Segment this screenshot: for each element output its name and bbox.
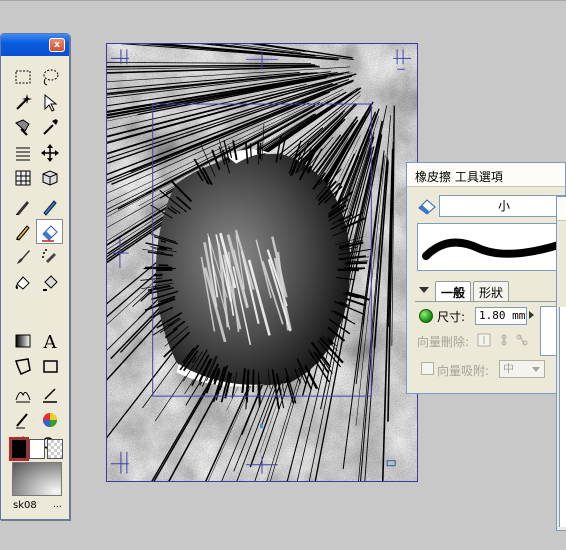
brush-name: sk08 [13, 500, 37, 511]
vector-erase-option-2-icon[interactable] [497, 333, 511, 350]
tab-shape[interactable]: 形狀 [473, 281, 510, 301]
move-icon[interactable] [36, 140, 63, 165]
vector-erase-option-3-icon[interactable] [515, 333, 529, 350]
brush-preview[interactable] [12, 462, 62, 496]
tool-group-shape: A [9, 328, 63, 378]
tool-group-draw [9, 194, 63, 294]
size-value-field[interactable]: 1.80 mm [475, 307, 527, 325]
grid-icon[interactable] [9, 165, 36, 190]
tool-group-select [9, 64, 63, 139]
fill-icon[interactable] [9, 269, 36, 294]
canvas[interactable] [106, 43, 418, 482]
impact-spike [249, 143, 252, 158]
impact-spike [259, 142, 262, 159]
transparent-color-swatch[interactable] [47, 439, 63, 459]
vector-snap-select[interactable]: 中 [499, 360, 545, 378]
vector-erase-label: 向量刪除: [417, 335, 470, 349]
horizontal-lines-icon[interactable] [9, 140, 36, 165]
impact-spike [154, 273, 163, 277]
close-button[interactable]: x [49, 38, 65, 52]
vector-snap-label: 向量吸附: [437, 364, 490, 378]
vector-erase-option-1-icon[interactable] [477, 333, 491, 350]
magic-wand-icon[interactable] [9, 89, 36, 114]
text-icon[interactable]: A [36, 328, 63, 353]
eraser-small-icon [417, 197, 439, 215]
impact-spike [258, 381, 261, 404]
rectangle-icon[interactable] [36, 353, 63, 378]
eraser-icon[interactable] [36, 219, 63, 244]
center-handle[interactable] [260, 423, 263, 428]
secondary-panel [556, 196, 566, 531]
polygon-icon[interactable] [9, 353, 36, 378]
top-border [0, 0, 566, 1]
size-slider-arrow-icon[interactable] [529, 311, 534, 319]
impact-spike [344, 261, 368, 265]
tools-palette: x A sk08 ... [0, 33, 70, 520]
gradient-icon[interactable] [9, 328, 36, 353]
stroke-preview [417, 223, 566, 271]
correction-icon[interactable] [36, 382, 63, 407]
brush-more[interactable]: ... [53, 500, 62, 510]
brush-icon[interactable] [9, 244, 36, 269]
color-swatches [9, 437, 63, 461]
line-icon[interactable] [9, 407, 36, 432]
color-wheel-icon[interactable] [36, 407, 63, 432]
canvas-artwork[interactable] [107, 44, 417, 481]
cube-icon[interactable] [36, 165, 63, 190]
tab-general[interactable]: 一般 [435, 281, 472, 301]
rough-icon[interactable] [9, 382, 36, 407]
pointer-icon[interactable] [36, 89, 63, 114]
pen-icon[interactable] [9, 194, 36, 219]
pencil-icon[interactable] [9, 219, 36, 244]
secondary-panel-content [559, 307, 566, 527]
marker-icon[interactable] [36, 194, 63, 219]
tool-group-layer [9, 140, 63, 190]
rect-select-icon[interactable] [9, 64, 36, 89]
size-label: 尺寸: [437, 310, 466, 324]
main-color-swatch[interactable] [9, 437, 29, 461]
select-pen-icon[interactable] [9, 114, 36, 139]
size-preset[interactable]: 小 [439, 195, 566, 217]
sub-color-swatch[interactable] [29, 439, 45, 459]
eraser-panel-title[interactable]: 橡皮擦 工具選項 [407, 163, 565, 187]
lasso-icon[interactable] [36, 64, 63, 89]
secondary-panel-titlebar[interactable] [557, 197, 566, 221]
tools-palette-titlebar[interactable]: x [1, 34, 69, 56]
sphere [155, 153, 351, 386]
svg-text:A: A [42, 332, 57, 351]
tab-divider [415, 301, 566, 302]
collapse-arrow-icon[interactable] [419, 287, 429, 293]
airbrush-icon[interactable] [36, 244, 63, 269]
eraser-options-panel: 橡皮擦 工具選項 小 一般 形狀 尺寸: 1.80 mm 向量刪除: 向量吸附:… [406, 162, 566, 394]
vector-snap-checkbox[interactable] [421, 362, 434, 375]
size-status-icon [419, 309, 433, 323]
eyedropper-icon[interactable] [36, 114, 63, 139]
fill-bucket-icon[interactable] [36, 269, 63, 294]
